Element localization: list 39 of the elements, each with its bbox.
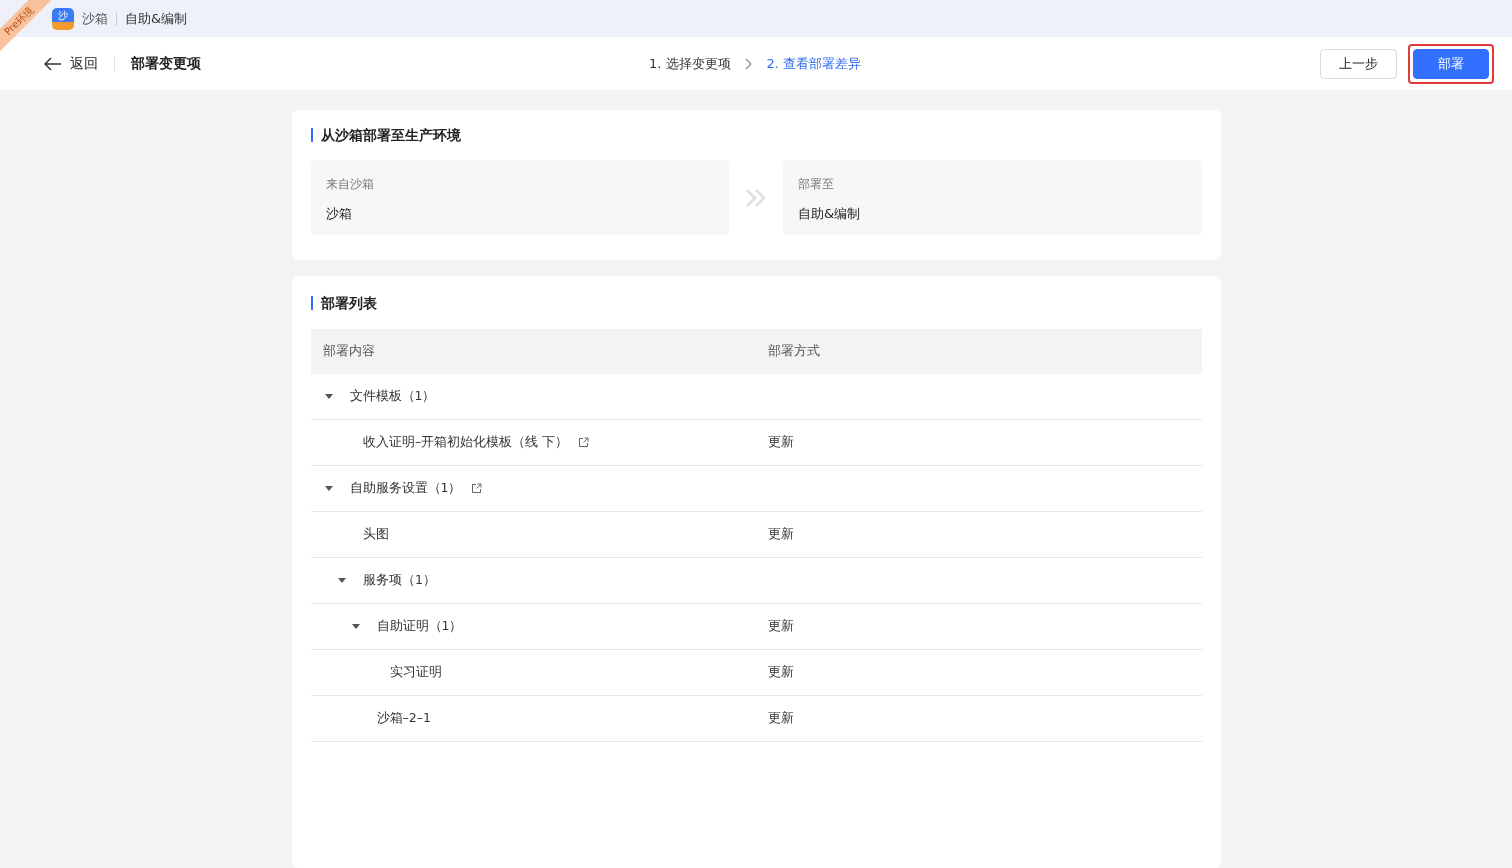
environment-name: 沙箱 xyxy=(82,9,108,28)
column-header: 部署方式 xyxy=(767,343,820,360)
double-chevron-icon xyxy=(745,187,767,208)
deploy-button[interactable]: 部署 xyxy=(1413,48,1489,79)
workspace-name: 自助&编制 xyxy=(125,9,188,28)
tree-item-label: 服务项（1） xyxy=(363,572,436,589)
table-cell: 更新 xyxy=(767,526,794,543)
external-link-icon[interactable] xyxy=(578,437,590,448)
section-title: 部署列表 xyxy=(310,296,1202,310)
tree-item-label: 自助服务设置（1） xyxy=(349,480,462,497)
caret-icon[interactable] xyxy=(351,623,360,630)
caret-icon[interactable] xyxy=(324,393,333,400)
column-header: 部署内容 xyxy=(321,343,376,360)
tree-item-label: 实习证明 xyxy=(390,664,442,681)
step-tab[interactable]: 1. 选择变更项 xyxy=(649,54,731,73)
tree-item-label: 自助证明（1） xyxy=(376,618,463,635)
table-cell: 更新 xyxy=(767,664,794,681)
app-logo: 沙 xyxy=(52,7,74,30)
tree-item-label: 沙箱–2–1 xyxy=(376,710,431,727)
tree-item-label: 头图 xyxy=(363,526,389,543)
back-button[interactable]: 返回 xyxy=(44,54,98,73)
section-title: 从沙箱部署至生产环境 xyxy=(310,128,1202,142)
chevron-right-icon xyxy=(744,57,753,70)
step-tab[interactable]: 2. 查看部署差异 xyxy=(766,54,862,73)
caret-icon[interactable] xyxy=(338,577,346,584)
tree-item-label: 文件模板（1） xyxy=(349,388,436,405)
target-label: 部署至 xyxy=(798,176,835,193)
tree-item-label: 收入证明–开箱初始化模板（线 下） xyxy=(363,434,569,451)
target-value: 自助&编制 xyxy=(798,205,862,223)
previous-step-button[interactable]: 上一步 xyxy=(1320,48,1397,79)
page-title: 部署变更项 xyxy=(131,54,201,73)
table-cell: 更新 xyxy=(767,618,794,635)
caret-icon[interactable] xyxy=(324,485,333,492)
back-arrow-icon xyxy=(44,56,62,71)
external-link-icon[interactable] xyxy=(471,483,483,494)
source-value: 沙箱 xyxy=(325,205,353,223)
table-cell: 更新 xyxy=(767,710,794,727)
source-label: 来自沙箱 xyxy=(325,176,375,193)
table-cell: 更新 xyxy=(767,434,794,451)
